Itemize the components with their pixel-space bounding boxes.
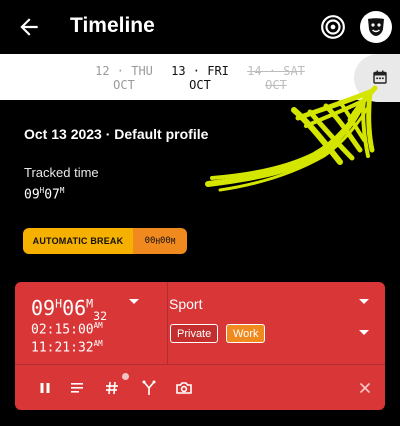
notes-icon[interactable] (67, 378, 87, 398)
entry-end-time[interactable]: 11:21:32AM (31, 339, 103, 355)
hashtag-icon[interactable] (102, 378, 122, 398)
pause-icon[interactable] (35, 378, 55, 398)
duration-dropdown-icon[interactable] (129, 299, 139, 304)
tags-dropdown-icon[interactable] (359, 330, 369, 335)
end-ampm: AM (93, 339, 103, 348)
camera-icon[interactable] (174, 378, 194, 398)
hashtag-badge-dot (122, 373, 129, 380)
break-hours: 00 (144, 236, 156, 246)
break-minutes: 00 (160, 236, 171, 246)
start-time-value: 02:15:00 (31, 322, 94, 338)
tracked-hours: 09 (24, 187, 40, 203)
entry-duration[interactable]: 09H06M32 (31, 296, 107, 323)
tag-private[interactable]: Private (170, 324, 219, 343)
end-time-value: 11:21:32 (31, 340, 94, 356)
date-profile-label: Oct 13 2023 · Default profile (24, 126, 209, 142)
tracked-minutes: 07 (44, 187, 60, 203)
close-icon[interactable] (355, 378, 375, 398)
top-app-bar: Timeline (0, 0, 400, 54)
date-next-day: 14 · SAT (247, 64, 305, 78)
start-ampm: AM (93, 321, 103, 330)
duration-hours: 09 (31, 296, 56, 320)
fork-icon[interactable] (139, 378, 159, 398)
arrow-left-icon[interactable] (16, 14, 42, 40)
card-divider-horizontal (15, 364, 385, 365)
tracked-time-value: 09H07M (24, 186, 65, 203)
tracked-time-label: Tracked time (24, 165, 99, 180)
card-divider-vertical (167, 282, 168, 364)
date-prev-month: OCT (113, 78, 135, 92)
page-title: Timeline (70, 14, 155, 37)
date-prev-day: 12 · THU (95, 64, 153, 78)
automatic-break-badge[interactable]: AUTOMATIC BREAK 00 H 00 M (23, 228, 187, 254)
activity-name[interactable]: Sport (169, 296, 202, 312)
date-prev[interactable]: 12 · THU OCT (94, 64, 154, 92)
time-entry-card[interactable]: 09H06M32 02:15:00AM 11:21:32AM Sport Pri… (15, 282, 385, 410)
duration-minutes: 06 (62, 296, 87, 320)
arrow-annotation (205, 85, 378, 192)
entry-start-time[interactable]: 02:15:00AM (31, 321, 103, 337)
date-current-day: 13 · FRI (171, 64, 229, 78)
activity-dropdown-icon[interactable] (359, 299, 369, 304)
target-icon[interactable] (320, 14, 346, 40)
break-label: AUTOMATIC BREAK (23, 228, 133, 254)
break-value: 00 H 00 M (133, 228, 187, 254)
profile-avatar[interactable] (360, 11, 392, 43)
tag-work[interactable]: Work (226, 324, 266, 343)
theater-mask-icon (368, 18, 384, 36)
